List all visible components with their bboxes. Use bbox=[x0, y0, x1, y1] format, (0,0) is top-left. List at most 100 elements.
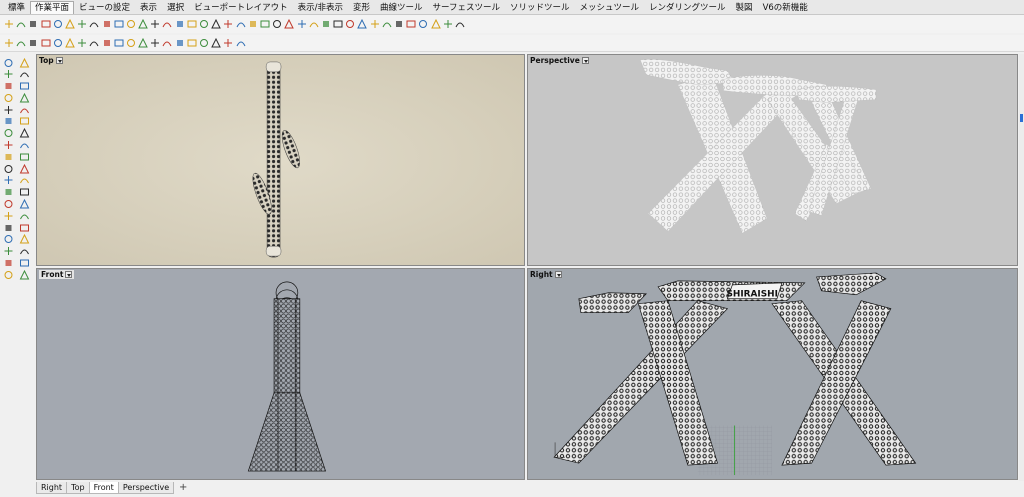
layer-icon[interactable] bbox=[162, 38, 172, 48]
cplane-world-icon[interactable] bbox=[28, 19, 38, 29]
viewport-title-right[interactable]: Right bbox=[530, 270, 562, 279]
hatch-icon[interactable] bbox=[114, 38, 124, 48]
polygon-icon[interactable] bbox=[18, 104, 30, 115]
sphere-icon[interactable] bbox=[2, 151, 14, 162]
cplane-curve-icon[interactable] bbox=[53, 19, 63, 29]
sun-icon[interactable] bbox=[102, 38, 112, 48]
add-view-tab-button[interactable]: + bbox=[177, 482, 189, 494]
cplane-undo-icon[interactable] bbox=[150, 19, 160, 29]
cplane-save-icon[interactable] bbox=[272, 19, 282, 29]
curve-icon[interactable] bbox=[2, 81, 14, 92]
zoom-selected-icon[interactable] bbox=[345, 19, 355, 29]
redo-view-icon[interactable] bbox=[394, 19, 404, 29]
cplane-icon[interactable] bbox=[4, 19, 14, 29]
viewport-menu-arrow-icon[interactable] bbox=[554, 271, 562, 278]
group-icon[interactable] bbox=[18, 246, 30, 257]
gumball-icon[interactable] bbox=[126, 38, 136, 48]
viewport-right[interactable]: Right SHIRAISHI bbox=[527, 268, 1018, 480]
menu-tab-4[interactable]: 選択 bbox=[162, 1, 189, 14]
printer-icon[interactable] bbox=[199, 38, 209, 48]
polyline-icon[interactable] bbox=[2, 69, 14, 80]
leader-icon[interactable] bbox=[18, 258, 30, 269]
cplane-view-icon[interactable] bbox=[89, 19, 99, 29]
line-segment-icon[interactable] bbox=[18, 69, 30, 80]
cut-icon[interactable] bbox=[53, 38, 63, 48]
pan-icon[interactable] bbox=[297, 19, 307, 29]
viewport-title-front[interactable]: Front bbox=[39, 270, 75, 279]
dimension-icon[interactable] bbox=[2, 258, 14, 269]
menu-tab-7[interactable]: 変形 bbox=[348, 1, 375, 14]
display-mode-icon[interactable] bbox=[41, 38, 51, 48]
split-icon[interactable] bbox=[18, 187, 30, 198]
cplane-top-icon[interactable] bbox=[187, 19, 197, 29]
menu-tab-12[interactable]: レンダリングツール bbox=[644, 1, 731, 14]
rotate-3d-icon[interactable] bbox=[16, 38, 26, 48]
material-icon[interactable] bbox=[211, 38, 221, 48]
menu-tab-3[interactable]: 表示 bbox=[135, 1, 162, 14]
camera-icon[interactable] bbox=[430, 19, 441, 29]
text-icon[interactable] bbox=[18, 116, 30, 127]
menu-tab-0[interactable]: 標準 bbox=[3, 1, 30, 14]
explode-icon[interactable] bbox=[2, 246, 14, 257]
menu-tab-10[interactable]: ソリッドツール bbox=[505, 1, 575, 14]
zoom-window-icon[interactable] bbox=[321, 19, 331, 29]
cylinder-icon[interactable] bbox=[18, 151, 30, 162]
cplane-elevation-icon[interactable] bbox=[16, 19, 26, 29]
move-icon[interactable] bbox=[2, 199, 14, 210]
set-view-icon[interactable] bbox=[418, 19, 428, 29]
cplane-surface-icon[interactable] bbox=[65, 19, 75, 29]
help-icon[interactable] bbox=[236, 38, 246, 48]
cplane-x-icon[interactable] bbox=[114, 19, 124, 29]
offset-icon[interactable] bbox=[18, 128, 30, 139]
viewport-top[interactable]: Top bbox=[36, 54, 525, 266]
fillet-icon[interactable] bbox=[2, 128, 14, 139]
cplane-3pt-icon[interactable] bbox=[77, 19, 87, 29]
zoom-extents-icon[interactable] bbox=[333, 19, 343, 29]
render-icon[interactable] bbox=[455, 19, 465, 29]
zoom-in-icon[interactable] bbox=[370, 19, 380, 29]
rotate-view-icon[interactable] bbox=[309, 19, 319, 29]
light-icon[interactable] bbox=[443, 19, 453, 29]
rotate-icon[interactable] bbox=[2, 210, 14, 221]
scale-icon[interactable] bbox=[18, 210, 30, 221]
menu-tab-11[interactable]: メッシュツール bbox=[575, 1, 645, 14]
cplane-vertical-icon[interactable] bbox=[175, 19, 185, 29]
cplane-bottom-icon[interactable] bbox=[199, 19, 209, 29]
panel-tab-marker[interactable] bbox=[1020, 114, 1023, 122]
viewport-menu-arrow-icon[interactable] bbox=[55, 57, 63, 64]
cplane-rotate-icon[interactable] bbox=[102, 19, 112, 29]
box-icon[interactable] bbox=[28, 38, 38, 48]
menu-tab-2[interactable]: ビューの設定 bbox=[74, 1, 135, 14]
pipe-icon[interactable] bbox=[18, 175, 30, 186]
named-view-icon[interactable] bbox=[406, 19, 416, 29]
menu-tab-6[interactable]: 表示/非表示 bbox=[293, 1, 348, 14]
options-icon[interactable] bbox=[223, 38, 233, 48]
paint-icon[interactable] bbox=[187, 38, 197, 48]
ellipse-icon[interactable] bbox=[18, 92, 30, 103]
viewport-front[interactable]: Front bbox=[36, 268, 525, 480]
viewport-title-perspective[interactable]: Perspective bbox=[530, 56, 589, 65]
boolean-icon[interactable] bbox=[2, 187, 14, 198]
point-dot-icon[interactable] bbox=[18, 57, 30, 68]
view-tab-right[interactable]: Right bbox=[36, 482, 68, 494]
analyze-icon[interactable] bbox=[18, 269, 30, 280]
palette-icon[interactable] bbox=[175, 38, 185, 48]
zoom-all-icon[interactable] bbox=[357, 19, 368, 29]
menu-tab-14[interactable]: V6の新機能 bbox=[758, 1, 813, 14]
triangle-icon[interactable] bbox=[77, 38, 87, 48]
check-icon[interactable] bbox=[2, 269, 14, 280]
box-solid-icon[interactable] bbox=[2, 163, 14, 174]
cplane-z-icon[interactable] bbox=[138, 19, 148, 29]
join-icon[interactable] bbox=[18, 234, 30, 245]
view-tab-front[interactable]: Front bbox=[88, 482, 119, 494]
view-tab-perspective[interactable]: Perspective bbox=[117, 482, 175, 494]
surface-icon[interactable] bbox=[2, 140, 14, 151]
freeform-icon[interactable] bbox=[2, 116, 14, 127]
torus-icon[interactable] bbox=[18, 163, 30, 174]
view-tab-top[interactable]: Top bbox=[66, 482, 90, 494]
trim-icon[interactable] bbox=[2, 234, 14, 245]
cplane-named-icon[interactable] bbox=[260, 19, 270, 29]
cplane-redo-icon[interactable] bbox=[162, 19, 172, 29]
rectangle-icon[interactable] bbox=[2, 104, 14, 115]
copy-icon[interactable] bbox=[18, 199, 30, 210]
